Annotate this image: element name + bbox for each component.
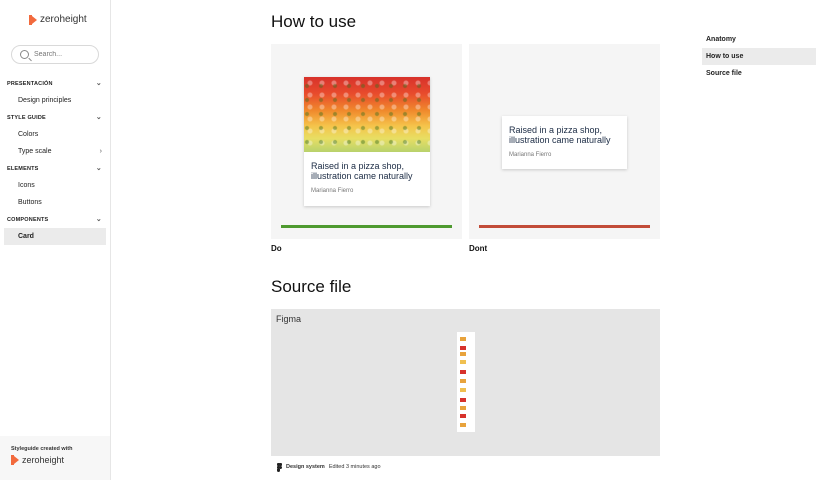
main-content: How to use Raised in a pizza shop, illus… — [111, 0, 700, 480]
chevron-down-icon: ⌄ — [95, 165, 102, 172]
sidebar-item-colors[interactable]: Colors — [0, 126, 110, 143]
do-example-panel: Raised in a pizza shop, illustration cam… — [271, 44, 462, 239]
section-label: PRESENTACIÓN — [7, 80, 53, 87]
chevron-down-icon: ⌄ — [95, 80, 102, 87]
figma-embed[interactable]: Figma — [271, 309, 660, 456]
dont-example-panel: Raised in a pizza shop, illustration cam… — [469, 44, 660, 239]
do-indicator-bar — [281, 225, 452, 228]
sidebar-item-label: Design principles — [18, 97, 72, 104]
card-author: Marianna Fierro — [509, 151, 552, 158]
sidebar-item-label: Icons — [18, 182, 35, 189]
section-elements[interactable]: ELEMENTS ⌄ — [0, 160, 110, 177]
sidebar-item-label: Buttons — [18, 199, 42, 206]
search-input[interactable] — [34, 51, 94, 58]
sidebar-footer: Styleguide created with zeroheight — [0, 436, 110, 480]
do-caption: Do — [271, 244, 282, 253]
sidebar-item-design-principles[interactable]: Design principles — [0, 92, 110, 109]
footer-text: Styleguide created with — [11, 446, 73, 452]
section-presentacion[interactable]: PRESENTACIÓN ⌄ — [0, 75, 110, 92]
sidebar-nav: PRESENTACIÓN ⌄ Design principles STYLE G… — [0, 75, 110, 245]
sidebar-item-label: Card — [18, 233, 34, 240]
figma-file-meta: Design system Edited 3 minutes ago — [277, 463, 381, 472]
card-title: Raised in a pizza shop, illustration cam… — [311, 161, 413, 182]
figma-icon — [277, 463, 282, 472]
zeroheight-logo-icon — [29, 14, 37, 25]
search-box[interactable] — [11, 45, 99, 64]
chevron-down-icon: ⌄ — [95, 114, 102, 121]
card-illustration — [304, 77, 430, 152]
section-title-source-file: Source file — [271, 277, 352, 296]
section-label: STYLE GUIDE — [7, 114, 46, 121]
chevron-right-icon: › — [99, 148, 102, 155]
sidebar-item-label: Type scale — [18, 148, 52, 155]
search-icon — [20, 50, 29, 59]
figma-label: Figma — [276, 314, 302, 324]
sidebar-item-icons[interactable]: Icons — [0, 177, 110, 194]
figma-frame-preview — [457, 332, 475, 432]
section-style-guide[interactable]: STYLE GUIDE ⌄ — [0, 109, 110, 126]
example-card: Raised in a pizza shop, illustration cam… — [304, 77, 430, 206]
chevron-down-icon: ⌄ — [95, 216, 102, 223]
brand-logo[interactable]: zeroheight — [29, 14, 87, 25]
file-name[interactable]: Design system — [286, 464, 325, 470]
dont-caption: Dont — [469, 244, 488, 253]
brand-name: zeroheight — [40, 14, 87, 25]
dont-indicator-bar — [479, 225, 650, 228]
page-toc: Anatomy How to use Source file — [702, 31, 816, 82]
toc-item-source-file[interactable]: Source file — [702, 65, 816, 82]
card-title: Raised in a pizza shop, illustration cam… — [509, 125, 611, 146]
toc-item-how-to-use[interactable]: How to use — [702, 48, 816, 65]
sidebar-item-type-scale[interactable]: Type scale › — [0, 143, 110, 160]
example-card: Raised in a pizza shop, illustration cam… — [502, 116, 627, 169]
footer-brand-link[interactable]: zeroheight — [11, 455, 110, 465]
section-label: ELEMENTS — [7, 165, 39, 172]
sidebar: zeroheight PRESENTACIÓN ⌄ Design princip… — [0, 0, 111, 480]
sidebar-item-buttons[interactable]: Buttons — [0, 194, 110, 211]
section-components[interactable]: COMPONENTS ⌄ — [0, 211, 110, 228]
section-title-how-to-use: How to use — [271, 12, 357, 31]
sidebar-item-label: Colors — [18, 131, 39, 138]
zeroheight-logo-icon — [11, 455, 19, 465]
card-author: Marianna Fierro — [311, 187, 354, 194]
section-label: COMPONENTS — [7, 216, 49, 223]
edited-text: Edited 3 minutes ago — [328, 464, 381, 470]
footer-brand-name: zeroheight — [22, 455, 65, 465]
sidebar-item-card[interactable]: Card — [4, 228, 106, 245]
toc-item-anatomy[interactable]: Anatomy — [702, 31, 816, 48]
